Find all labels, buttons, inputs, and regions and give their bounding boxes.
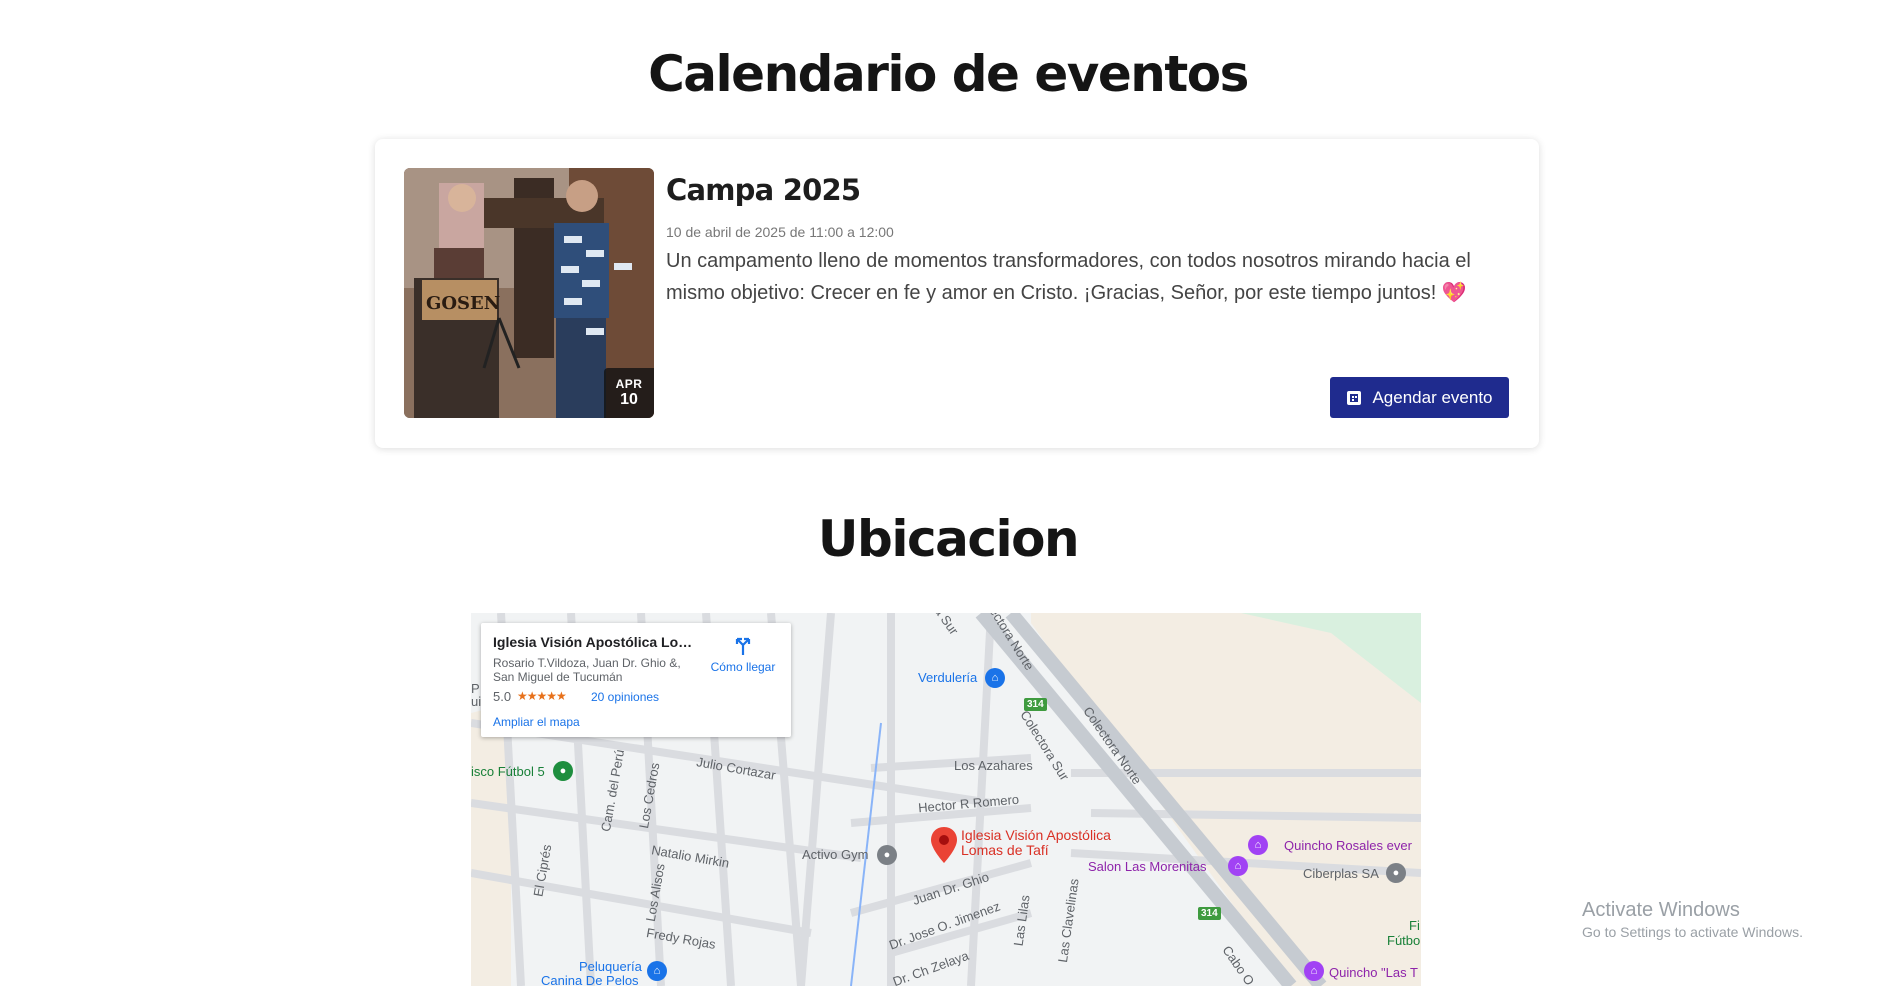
add-to-calendar-button[interactable]: Agendar evento	[1330, 377, 1509, 418]
map-label-ciberplas[interactable]: Ciberplas SA	[1303, 866, 1379, 881]
map-label-salon-morenitas[interactable]: Salon Las Morenitas	[1088, 859, 1207, 874]
map-label-quincho-rosales[interactable]: Quincho Rosales ever	[1284, 838, 1412, 853]
event-title[interactable]: Campa 2025	[666, 173, 861, 207]
business-icon[interactable]: ●	[1386, 863, 1406, 883]
event-venue-icon-3[interactable]: ⌂	[1304, 961, 1324, 981]
pin-label-line2: Lomas de Tafí	[961, 842, 1049, 858]
place-name: Iglesia Visión Apostólica Lom...	[493, 634, 698, 650]
event-venue-icon[interactable]: ⌂	[1228, 856, 1248, 876]
map-label-fi: Fi	[1409, 918, 1420, 933]
activation-subtitle: Go to Settings to activate Windows.	[1582, 924, 1803, 940]
heart-emoji: 💖	[1441, 282, 1467, 304]
location-pin-icon[interactable]	[931, 827, 957, 863]
shop-icon[interactable]: ⌂	[985, 668, 1005, 688]
map-label-los-azahares: Los Azahares	[954, 758, 1033, 773]
place-rating: 5.0	[493, 689, 512, 704]
pin-label[interactable]: Iglesia Visión Apostólica Lomas de Tafí	[961, 828, 1111, 858]
map-label-canina[interactable]: Canina De Pelos	[541, 973, 639, 986]
place-address-line2: San Miguel de Tucumán	[493, 670, 623, 684]
enlarge-map-link[interactable]: Ampliar el mapa	[493, 715, 580, 729]
map-label-peluqueria[interactable]: Peluquería	[579, 959, 642, 974]
event-description-text: Un campamento lleno de momentos transfor…	[666, 250, 1471, 304]
activation-title: Activate Windows	[1582, 899, 1740, 921]
date-badge-day: 10	[620, 391, 638, 408]
image-sign-text: GOSEN	[426, 293, 500, 314]
event-card: GOSEN APR 10 Campa 2025 10 de abril de 2…	[375, 139, 1539, 448]
location-section-title: Ubicacion	[817, 510, 1080, 568]
pin-label-line1: Iglesia Visión Apostólica	[961, 827, 1111, 843]
map-label-activo-gym[interactable]: Activo Gym	[802, 847, 868, 862]
route-314-shield-b: 314	[1198, 907, 1221, 920]
map-label-futbol-right: Fútbo	[1387, 933, 1421, 948]
pet-shop-icon[interactable]: ⌂	[647, 961, 667, 981]
event-image[interactable]: GOSEN APR 10	[404, 168, 654, 418]
windows-activation-watermark: Activate Windows Go to Settings to activ…	[1582, 899, 1803, 940]
event-datetime: 10 de abril de 2025 de 11:00 a 12:00	[666, 224, 894, 240]
directions-icon	[735, 637, 751, 655]
date-badge: APR 10	[604, 368, 654, 418]
event-venue-icon-2[interactable]: ⌂	[1248, 835, 1268, 855]
embedded-map[interactable]: P ui a Sur ectora Norte Verdulería ⌂ 314…	[471, 613, 1421, 986]
date-badge-month: APR	[615, 377, 643, 391]
directions-label: Cómo llegar	[710, 660, 776, 674]
event-description: Un campamento lleno de momentos transfor…	[666, 245, 1506, 309]
directions-button[interactable]: Cómo llegar	[706, 635, 780, 674]
map-label-futbol[interactable]: isco Fútbol 5	[471, 764, 545, 779]
gym-icon[interactable]: ●	[877, 845, 897, 865]
map-label-ui: ui	[471, 694, 482, 709]
place-address: Rosario T.Vildoza, Juan Dr. Ghio &, San …	[493, 656, 703, 684]
place-info-card: Iglesia Visión Apostólica Lom... Rosario…	[481, 623, 791, 737]
add-to-calendar-label: Agendar evento	[1372, 387, 1493, 407]
map-label-quincho-las[interactable]: Quincho "Las T	[1329, 965, 1418, 980]
map-label-verduleria[interactable]: Verdulería	[918, 670, 977, 685]
place-stars: ★★★★★	[517, 689, 567, 703]
sports-icon[interactable]: ●	[553, 761, 573, 781]
calendar-icon	[1347, 390, 1362, 405]
place-reviews-link[interactable]: 20 opiniones	[591, 690, 659, 704]
place-address-line1: Rosario T.Vildoza, Juan Dr. Ghio &,	[493, 656, 681, 670]
events-section-title: Calendario de eventos	[648, 45, 1249, 103]
